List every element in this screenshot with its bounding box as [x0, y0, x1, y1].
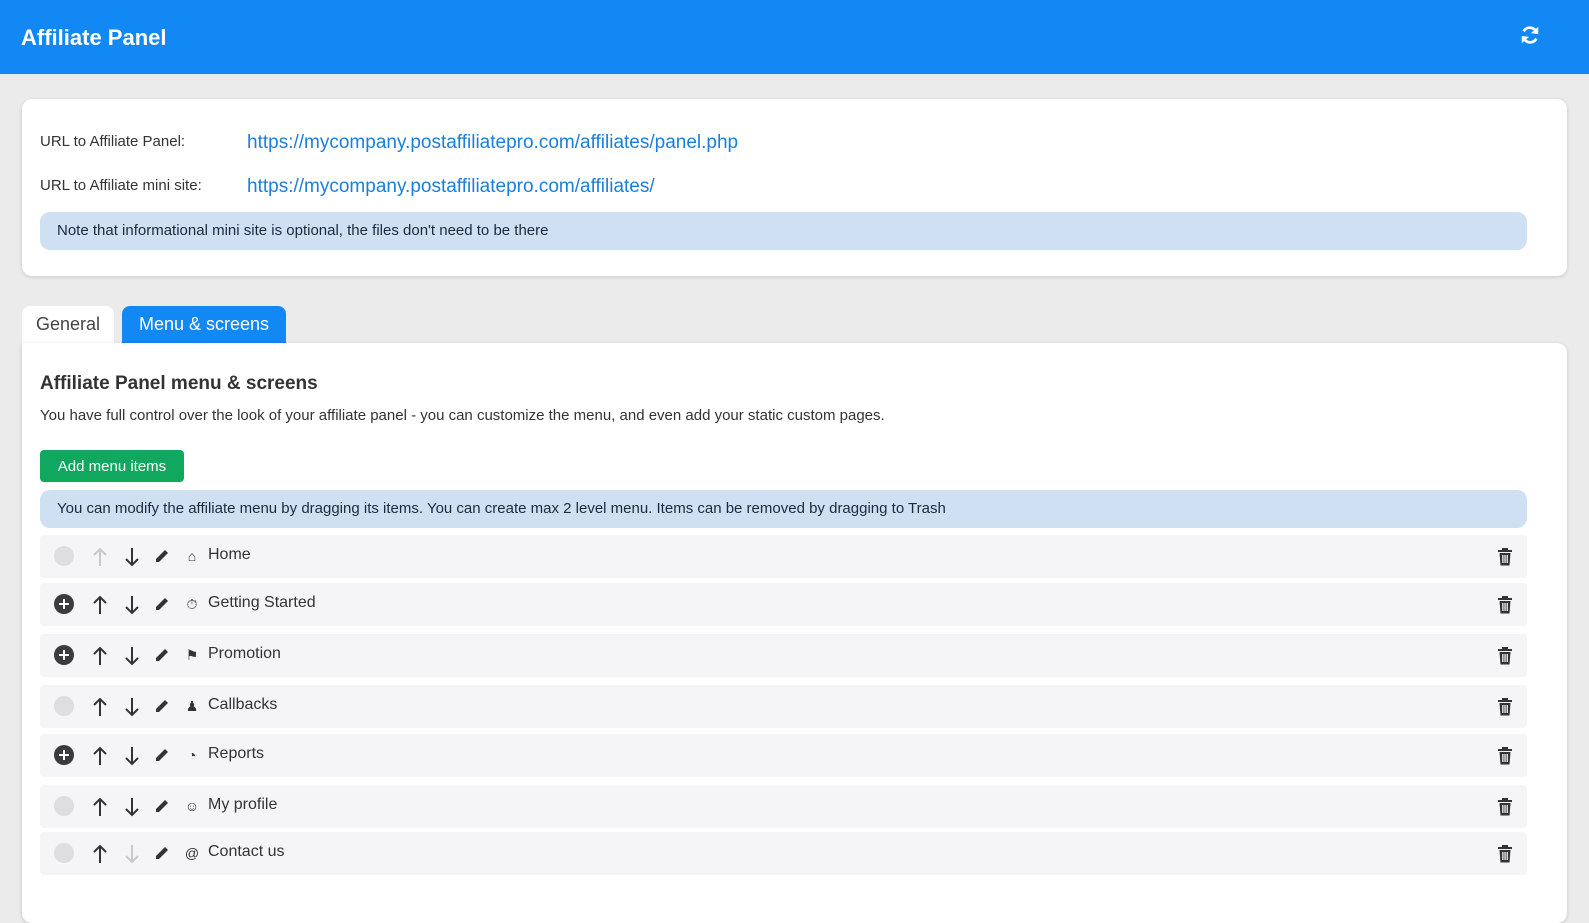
mini-site-note: Note that informational mini site is opt… — [40, 212, 1527, 250]
menu-screens-panel: Affiliate Panel menu & screens You have … — [22, 343, 1567, 923]
edit-pencil-icon[interactable] — [154, 747, 170, 763]
home-icon: ⌂ — [187, 548, 197, 564]
menu-item-row[interactable]: ☺ My profile — [40, 785, 1527, 828]
edit-pencil-icon[interactable] — [154, 798, 170, 814]
trash-icon[interactable] — [1497, 747, 1513, 765]
move-up-icon[interactable] — [91, 796, 109, 818]
edit-pencil-icon[interactable] — [154, 845, 170, 861]
menu-item-label: My profile — [208, 796, 278, 813]
bullet-icon — [54, 546, 74, 566]
move-up-icon[interactable] — [91, 843, 109, 865]
move-up-icon[interactable] — [91, 696, 109, 718]
move-down-icon[interactable] — [123, 696, 141, 718]
stopwatch-icon: ⏱ — [186, 596, 198, 612]
bullet-icon — [54, 843, 74, 863]
menu-item-label: Contact us — [208, 843, 285, 860]
menu-item-row[interactable]: ⌂ Home — [40, 535, 1527, 578]
add-submenu-icon[interactable] — [54, 594, 74, 614]
edit-pencil-icon[interactable] — [154, 698, 170, 714]
move-down-icon — [123, 843, 141, 865]
add-menu-items-button[interactable]: Add menu items — [40, 450, 184, 482]
menu-item-row[interactable]: @ Contact us — [40, 832, 1527, 875]
move-down-icon[interactable] — [123, 546, 141, 568]
drag-info-note: You can modify the affiliate menu by dra… — [40, 490, 1527, 528]
move-up-icon — [91, 546, 109, 568]
section-description: You have full control over the look of y… — [40, 407, 885, 424]
refresh-icon[interactable] — [1519, 24, 1541, 46]
trash-icon[interactable] — [1497, 548, 1513, 566]
menu-item-label: Promotion — [208, 645, 281, 662]
menu-item-label: Callbacks — [208, 696, 278, 713]
menu-item-row[interactable]: ⏱ Getting Started — [40, 583, 1527, 626]
edit-pencil-icon[interactable] — [154, 596, 170, 612]
tab-general[interactable]: General — [22, 306, 114, 343]
add-submenu-icon[interactable] — [54, 745, 74, 765]
trash-icon[interactable] — [1497, 798, 1513, 816]
users-icon: ♟ — [185, 698, 199, 714]
top-bar: Affiliate Panel — [0, 0, 1589, 74]
section-title: Affiliate Panel menu & screens — [40, 373, 318, 394]
mini-url-link[interactable]: https://mycompany.postaffiliatepro.com/a… — [247, 176, 655, 198]
menu-item-row[interactable]: ◔ Reports — [40, 734, 1527, 777]
menu-item-label: Home — [208, 546, 251, 563]
tab-menu-screens[interactable]: Menu & screens — [122, 306, 286, 343]
menu-item-label: Getting Started — [208, 594, 316, 611]
panel-url-label: URL to Affiliate Panel: — [40, 133, 186, 150]
edit-pencil-icon[interactable] — [154, 647, 170, 663]
user-icon: ☺ — [184, 798, 200, 814]
pie-chart-icon: ◔ — [187, 747, 197, 763]
url-card: URL to Affiliate Panel: https://mycompan… — [22, 99, 1567, 276]
move-down-icon[interactable] — [123, 745, 141, 767]
move-up-icon[interactable] — [91, 645, 109, 667]
at-icon: @ — [184, 845, 200, 861]
page-title: Affiliate Panel — [21, 25, 167, 50]
menu-item-row[interactable]: ♟ Callbacks — [40, 685, 1527, 728]
add-submenu-icon[interactable] — [54, 645, 74, 665]
panel-url-link[interactable]: https://mycompany.postaffiliatepro.com/a… — [247, 132, 738, 154]
mini-url-label: URL to Affiliate mini site: — [40, 177, 202, 194]
move-up-icon[interactable] — [91, 594, 109, 616]
edit-pencil-icon[interactable] — [154, 548, 170, 564]
bullhorn-icon: ⚑ — [185, 647, 199, 663]
trash-icon[interactable] — [1497, 596, 1513, 614]
trash-icon[interactable] — [1497, 698, 1513, 716]
trash-icon[interactable] — [1497, 647, 1513, 665]
menu-item-row[interactable]: ⚑ Promotion — [40, 634, 1527, 677]
move-down-icon[interactable] — [123, 594, 141, 616]
move-down-icon[interactable] — [123, 645, 141, 667]
move-up-icon[interactable] — [91, 745, 109, 767]
move-down-icon[interactable] — [123, 796, 141, 818]
bullet-icon — [54, 796, 74, 816]
trash-icon[interactable] — [1497, 845, 1513, 863]
bullet-icon — [54, 696, 74, 716]
menu-item-label: Reports — [208, 745, 265, 762]
